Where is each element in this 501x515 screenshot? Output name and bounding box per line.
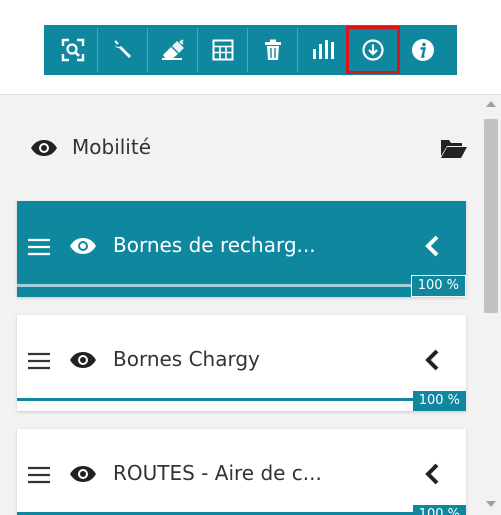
progress-bar bbox=[17, 398, 466, 401]
chevron-left-icon[interactable] bbox=[424, 463, 440, 485]
chevron-left-icon[interactable] bbox=[424, 235, 440, 257]
scroll-thumb[interactable] bbox=[484, 119, 498, 313]
zoom-extent-button[interactable] bbox=[48, 28, 98, 72]
eye-icon[interactable] bbox=[69, 351, 97, 369]
layer-name: ROUTES - Aire de c... bbox=[113, 461, 322, 485]
layer-item[interactable]: Bornes Chargy 100 % bbox=[17, 315, 466, 411]
chevron-left-icon[interactable] bbox=[424, 349, 440, 371]
scroll-down-arrow-icon[interactable] bbox=[486, 501, 496, 507]
progress-badge: 100 % bbox=[410, 275, 466, 297]
tools-button[interactable] bbox=[98, 28, 148, 72]
info-icon bbox=[412, 39, 434, 61]
scroll-up-arrow-icon[interactable] bbox=[486, 101, 496, 107]
wrench-icon bbox=[113, 40, 131, 58]
eraser-icon bbox=[161, 39, 184, 60]
folder-open-icon[interactable] bbox=[440, 137, 468, 159]
info-button[interactable] bbox=[398, 28, 448, 72]
vertical-scrollbar[interactable] bbox=[481, 95, 501, 515]
layer-item[interactable]: Bornes de recharg... 100 % bbox=[17, 201, 466, 297]
layer-name: Bornes de recharg... bbox=[113, 233, 316, 257]
layer-name: Bornes Chargy bbox=[113, 347, 260, 371]
layer-group-header[interactable]: Mobilité bbox=[0, 95, 480, 203]
eye-icon[interactable] bbox=[69, 237, 97, 255]
bar-chart-icon bbox=[312, 40, 334, 59]
drag-handle-icon[interactable] bbox=[27, 237, 51, 257]
drag-handle-icon[interactable] bbox=[27, 351, 51, 371]
progress-bar bbox=[17, 284, 466, 287]
toolbar-area bbox=[0, 0, 501, 92]
layer-item[interactable]: ROUTES - Aire de c... 100 % bbox=[17, 429, 466, 515]
attribute-table-button[interactable] bbox=[198, 28, 248, 72]
delete-button[interactable] bbox=[248, 28, 298, 72]
eye-icon[interactable] bbox=[30, 139, 58, 157]
trash-icon bbox=[264, 39, 281, 60]
download-button[interactable] bbox=[346, 26, 400, 74]
layer-group-title: Mobilité bbox=[72, 135, 152, 159]
drag-handle-icon[interactable] bbox=[27, 465, 51, 485]
table-icon bbox=[212, 39, 233, 61]
eye-icon[interactable] bbox=[69, 465, 97, 483]
eraser-button[interactable] bbox=[148, 28, 198, 72]
layer-panel: Mobilité Bornes de recharg... 100 % Born… bbox=[0, 94, 501, 515]
download-icon bbox=[361, 39, 384, 61]
statistics-button[interactable] bbox=[298, 28, 348, 72]
progress-badge: 100 % bbox=[412, 391, 466, 411]
zoom-extent-icon bbox=[61, 38, 84, 62]
toolbar bbox=[44, 25, 457, 75]
